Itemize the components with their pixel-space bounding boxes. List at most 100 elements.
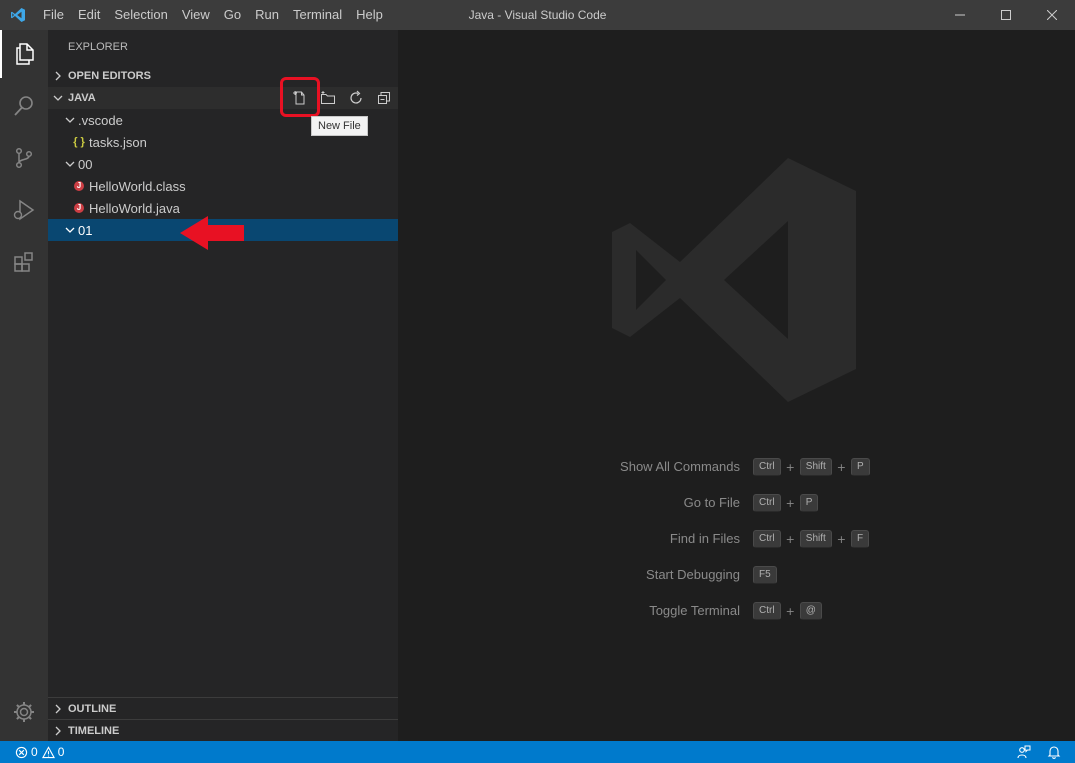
workspace-folder-label: JAVA	[68, 92, 96, 104]
problems-indicator[interactable]: 0 0	[15, 745, 64, 759]
tree-item-label: .vscode	[78, 112, 123, 128]
key-cap: Ctrl	[753, 530, 781, 548]
tree-folder-00[interactable]: 00	[48, 153, 398, 175]
chevron-right-icon	[48, 726, 68, 736]
menu-view[interactable]: View	[175, 0, 217, 30]
warning-count: 0	[57, 745, 65, 759]
maximize-icon	[1001, 10, 1011, 20]
search-icon	[14, 96, 33, 116]
outline-header[interactable]: OUTLINE	[48, 697, 398, 719]
shortcut-label: Find in Files	[669, 531, 740, 546]
key-cap: P	[851, 458, 870, 476]
chevron-down-icon	[48, 94, 68, 102]
maximize-button[interactable]	[983, 0, 1029, 30]
source-control-icon	[15, 147, 33, 169]
status-bar: 0 0	[0, 741, 1075, 763]
refresh-explorer-button[interactable]	[342, 87, 370, 109]
bell-icon	[1047, 746, 1061, 759]
key-cap: Ctrl	[753, 602, 781, 620]
menu-help[interactable]: Help	[349, 0, 390, 30]
extensions-activity-button[interactable]	[0, 238, 48, 286]
java-file-icon: J	[70, 203, 88, 213]
chevron-right-icon	[48, 71, 68, 81]
tree-item-label: HelloWorld.java	[89, 200, 180, 216]
collapse-folders-button[interactable]	[370, 87, 398, 109]
sidebar-title: EXPLORER	[68, 41, 128, 53]
key-cap: Shift	[799, 530, 832, 548]
manage-activity-button[interactable]	[0, 688, 48, 736]
open-editors-label: OPEN EDITORS	[68, 70, 151, 82]
close-icon	[1047, 10, 1057, 20]
menu-go[interactable]: Go	[217, 0, 248, 30]
shortcut-row-find-in-files[interactable]: Find in Files Ctrl + Shift + F	[398, 529, 1075, 549]
key-cap: P	[799, 494, 819, 512]
shortcut-keys: Ctrl + @	[753, 601, 822, 621]
shortcut-label: Show All Commands	[620, 459, 740, 474]
search-activity-button[interactable]	[0, 82, 48, 130]
run-debug-icon	[13, 199, 35, 221]
highlight-box-annotation	[280, 77, 320, 117]
chevron-down-icon	[62, 160, 78, 168]
key-cap: Ctrl	[753, 494, 781, 512]
files-icon	[16, 43, 34, 65]
chevron-down-icon	[62, 116, 78, 124]
tree-item-label: tasks.json	[89, 134, 147, 150]
open-editors-header[interactable]: OPEN EDITORS	[48, 65, 398, 87]
shortcut-keys: F5	[753, 565, 777, 585]
tree-item-label: HelloWorld.class	[89, 178, 186, 194]
tree-item-label: 00	[78, 156, 93, 172]
notifications-button[interactable]	[1047, 745, 1061, 762]
json-file-icon: { }	[73, 136, 85, 148]
shortcut-row-start-debugging[interactable]: Start Debugging F5	[398, 565, 1075, 585]
shortcut-row-show-all-commands[interactable]: Show All Commands Ctrl + Shift + P	[398, 457, 1075, 477]
timeline-header[interactable]: TIMELINE	[48, 719, 398, 741]
red-arrow-annotation-icon	[180, 216, 244, 250]
warning-icon	[41, 745, 55, 758]
minimize-button[interactable]	[937, 0, 983, 30]
window-controls	[937, 0, 1075, 30]
timeline-label: TIMELINE	[68, 724, 120, 737]
tree-file-helloworld-class[interactable]: J HelloWorld.class	[48, 175, 398, 197]
key-cap: Ctrl	[753, 458, 781, 476]
editor-area: Show All Commands Ctrl + Shift + P Go to F…	[398, 30, 1075, 741]
explorer-sidebar: EXPLORER OPEN EDITORS JAVA .vscode {} t…	[48, 30, 398, 741]
shortcut-keys: Ctrl + P	[753, 493, 819, 513]
run-debug-activity-button[interactable]	[0, 186, 48, 234]
key-cap: F5	[753, 566, 777, 584]
new-folder-icon	[321, 91, 335, 104]
vscode-logo-icon[interactable]	[0, 0, 36, 30]
activity-bar	[0, 30, 48, 741]
feedback-button[interactable]	[1017, 745, 1031, 762]
shortcut-row-go-to-file[interactable]: Go to File Ctrl + P	[398, 493, 1075, 513]
key-cap: F	[851, 530, 870, 548]
minimize-icon	[955, 14, 965, 16]
shortcut-keys: Ctrl + Shift + P	[753, 457, 870, 477]
menu-terminal[interactable]: Terminal	[286, 0, 349, 30]
explorer-activity-button[interactable]	[0, 30, 48, 78]
shortcut-keys: Ctrl + Shift + F	[753, 529, 870, 549]
tree-item-label: 01	[78, 222, 93, 238]
collapse-all-icon	[378, 92, 390, 104]
title-bar: File Edit Selection View Go Run Terminal…	[0, 0, 1075, 30]
chevron-right-icon	[48, 704, 68, 714]
error-count: 0	[31, 745, 38, 759]
outline-label: OUTLINE	[68, 702, 117, 715]
extensions-icon	[14, 252, 33, 272]
chevron-down-icon	[62, 226, 78, 234]
shortcut-row-toggle-terminal[interactable]: Toggle Terminal Ctrl + @	[398, 601, 1075, 621]
workspace-folder-header[interactable]: JAVA	[48, 87, 398, 109]
menu-run[interactable]: Run	[248, 0, 286, 30]
refresh-icon	[350, 90, 362, 104]
feedback-icon	[1017, 745, 1031, 759]
vscode-watermark-icon	[612, 158, 856, 402]
menu-edit[interactable]: Edit	[71, 0, 107, 30]
key-cap: Shift	[799, 458, 832, 476]
shortcut-label: Toggle Terminal	[649, 603, 740, 618]
menu-selection[interactable]: Selection	[107, 0, 174, 30]
menu-file[interactable]: File	[36, 0, 71, 30]
java-file-icon: J	[70, 181, 88, 191]
menu-bar: File Edit Selection View Go Run Terminal…	[36, 0, 390, 30]
source-control-activity-button[interactable]	[0, 134, 48, 182]
close-window-button[interactable]	[1029, 0, 1075, 30]
new-file-tooltip: New File	[311, 116, 368, 136]
